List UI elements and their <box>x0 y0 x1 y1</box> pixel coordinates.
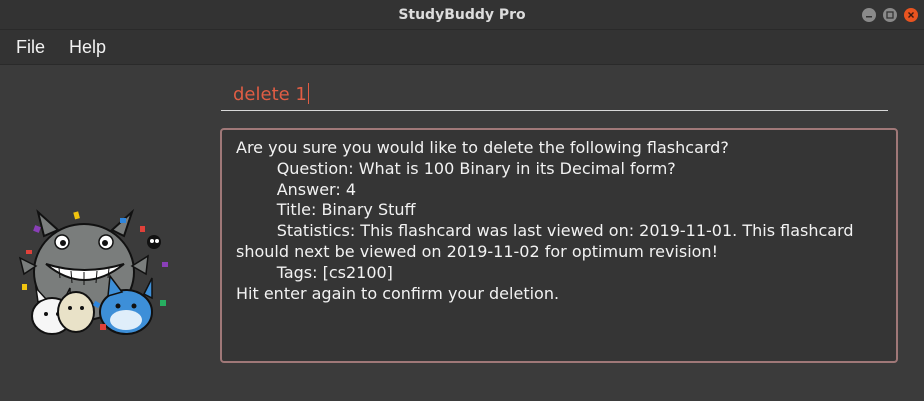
close-icon <box>908 12 914 18</box>
close-button[interactable] <box>904 8 918 22</box>
result-text: Are you sure you would like to delete th… <box>236 138 854 303</box>
title-bar: StudyBuddy Pro <box>0 0 924 30</box>
text-caret <box>307 83 309 104</box>
main-panel: delete 1 Are you sure you would like to … <box>0 66 924 401</box>
menu-bar: File Help <box>0 30 924 65</box>
totoro-mascot-icon <box>18 208 168 335</box>
window-title: StudyBuddy Pro <box>398 7 526 23</box>
command-input-text[interactable]: delete 1 <box>233 83 309 105</box>
maximize-button[interactable] <box>883 8 897 22</box>
minimize-icon <box>866 16 872 18</box>
result-display: Are you sure you would like to delete th… <box>220 128 898 363</box>
command-input[interactable]: delete 1 <box>221 79 888 111</box>
menu-file[interactable]: File <box>16 37 45 58</box>
maximize-icon <box>886 11 894 19</box>
minimize-button[interactable] <box>862 8 876 22</box>
menu-help[interactable]: Help <box>69 37 106 58</box>
